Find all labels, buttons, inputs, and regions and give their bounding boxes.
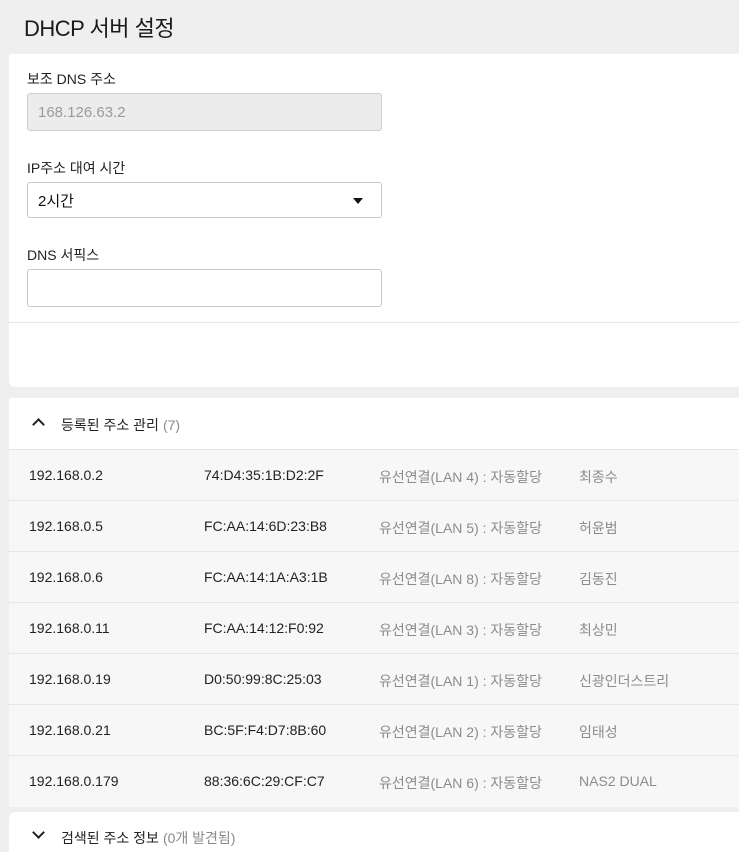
ip-cell: 192.168.0.179 xyxy=(29,773,119,789)
ip-cell: 192.168.0.5 xyxy=(29,518,103,534)
mac-cell: 88:36:6C:29:CF:C7 xyxy=(204,773,325,789)
chevron-down-icon[interactable] xyxy=(32,826,45,839)
connection-cell: 유선연결(LAN 1) : 자동할당 xyxy=(379,673,542,689)
table-row[interactable]: 192.168.0.6 FC:AA:14:1A:A3:1B 유선연결(LAN 8… xyxy=(9,552,739,603)
dns-suffix-input[interactable] xyxy=(27,269,382,307)
table-row[interactable]: 192.168.0.179 88:36:6C:29:CF:C7 유선연결(LAN… xyxy=(9,756,739,807)
registered-list: 192.168.0.2 74:D4:35:1B:D2:2F 유선연결(LAN 4… xyxy=(9,450,739,807)
connection-cell: 유선연결(LAN 8) : 자동할당 xyxy=(379,571,542,587)
device-name-cell: 최상민 xyxy=(579,622,618,638)
page-title: DHCP 서버 설정 xyxy=(24,16,175,41)
mac-cell: FC:AA:14:12:F0:92 xyxy=(204,620,324,636)
connection-cell: 유선연결(LAN 2) : 자동할당 xyxy=(379,724,542,740)
divider xyxy=(9,322,739,323)
table-row[interactable]: 192.168.0.2 74:D4:35:1B:D2:2F 유선연결(LAN 4… xyxy=(9,450,739,501)
registered-section-header[interactable]: 등록된 주소 관리 (7) xyxy=(9,398,739,450)
device-name-cell: 최종수 xyxy=(579,469,618,485)
registered-count: (7) xyxy=(162,417,181,433)
table-row[interactable]: 192.168.0.21 BC:5F:F4:D7:8B:60 유선연결(LAN … xyxy=(9,705,739,756)
lease-time-value: 2시간 xyxy=(38,192,74,210)
table-row[interactable]: 192.168.0.5 FC:AA:14:6D:23:B8 유선연결(LAN 5… xyxy=(9,501,739,552)
mac-cell: D0:50:99:8C:25:03 xyxy=(204,671,322,687)
lease-time-select[interactable]: 2시간 xyxy=(27,182,382,218)
registered-addresses-card: 등록된 주소 관리 (7) 192.168.0.2 74:D4:35:1B:D2:… xyxy=(9,398,739,807)
connection-cell: 유선연결(LAN 4) : 자동할당 xyxy=(379,469,542,485)
secondary-dns-value: 168.126.63.2 xyxy=(38,103,126,121)
table-row[interactable]: 192.168.0.11 FC:AA:14:12:F0:92 유선연결(LAN … xyxy=(9,603,739,654)
connection-cell: 유선연결(LAN 3) : 자동할당 xyxy=(379,622,542,638)
ip-cell: 192.168.0.21 xyxy=(29,722,111,738)
lease-time-label: IP주소 대여 시간 xyxy=(27,160,126,176)
secondary-dns-field: 168.126.63.2 xyxy=(27,93,382,131)
connection-cell: 유선연결(LAN 5) : 자동할당 xyxy=(379,520,542,536)
registered-title-text: 등록된 주소 관리 xyxy=(61,417,159,433)
dhcp-settings-card: 보조 DNS 주소 168.126.63.2 IP주소 대여 시간 2시간 DN… xyxy=(9,54,739,387)
found-count: (0개 발견됨) xyxy=(162,830,236,846)
ip-cell: 192.168.0.2 xyxy=(29,467,103,483)
caret-down-icon xyxy=(353,198,363,204)
chevron-up-icon[interactable] xyxy=(32,418,45,431)
found-title-text: 검색된 주소 정보 xyxy=(61,830,159,846)
mac-cell: FC:AA:14:1A:A3:1B xyxy=(204,569,328,585)
ip-cell: 192.168.0.6 xyxy=(29,569,103,585)
found-addresses-card[interactable]: 검색된 주소 정보 (0개 발견됨) xyxy=(9,812,739,852)
table-row[interactable]: 192.168.0.19 D0:50:99:8C:25:03 유선연결(LAN … xyxy=(9,654,739,705)
device-name-cell: 허윤범 xyxy=(579,520,618,536)
ip-cell: 192.168.0.19 xyxy=(29,671,111,687)
mac-cell: FC:AA:14:6D:23:B8 xyxy=(204,518,327,534)
dns-suffix-label: DNS 서픽스 xyxy=(27,247,100,263)
found-title: 검색된 주소 정보 (0개 발견됨) xyxy=(61,828,235,848)
connection-cell: 유선연결(LAN 6) : 자동할당 xyxy=(379,775,542,791)
registered-title: 등록된 주소 관리 (7) xyxy=(61,415,180,435)
mac-cell: 74:D4:35:1B:D2:2F xyxy=(204,467,324,483)
page-header: DHCP 서버 설정 xyxy=(0,0,739,54)
mac-cell: BC:5F:F4:D7:8B:60 xyxy=(204,722,327,738)
device-name-cell: 임태성 xyxy=(579,724,618,740)
secondary-dns-label: 보조 DNS 주소 xyxy=(27,71,116,87)
ip-cell: 192.168.0.11 xyxy=(29,620,110,636)
device-name-cell: NAS2 DUAL xyxy=(579,773,657,789)
device-name-cell: 신광인더스트리 xyxy=(579,673,670,689)
device-name-cell: 김동진 xyxy=(579,571,618,587)
